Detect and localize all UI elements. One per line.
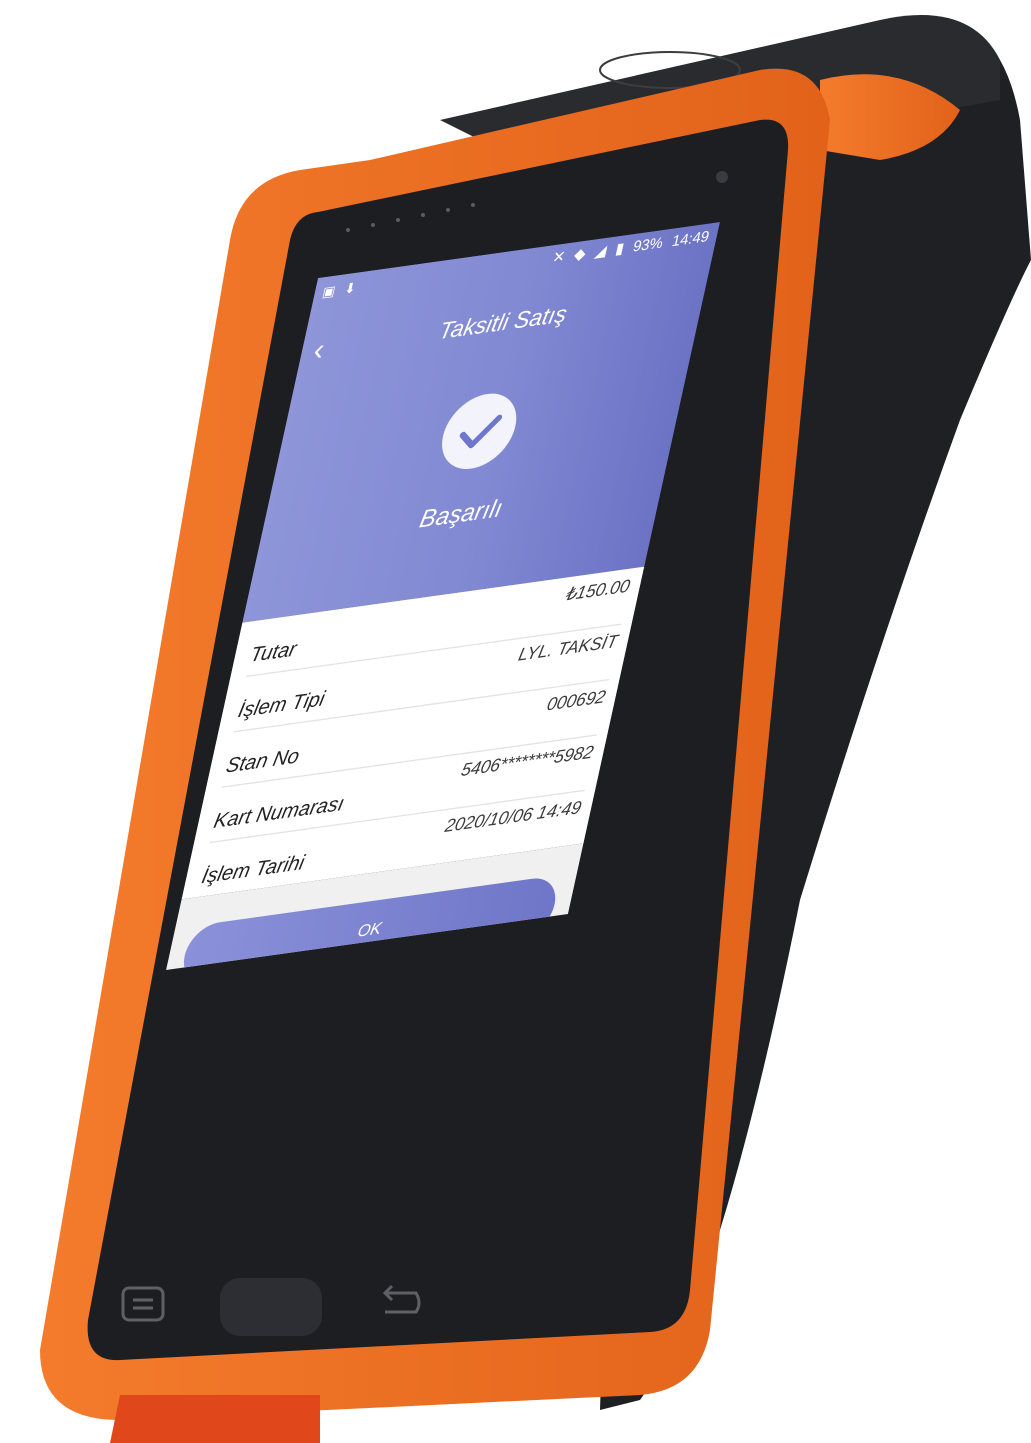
detail-value: ₺150.00 [563, 575, 633, 605]
battery-icon: ▮ [613, 239, 626, 258]
image-icon: ▣ [320, 283, 337, 301]
detail-label: Stan No [223, 744, 302, 778]
camera-icon [716, 171, 728, 183]
android-icon: ⬇ [342, 280, 358, 298]
status-bar-left: ▣ ⬇ [321, 279, 358, 301]
detail-value: LYL. TAKSİT [516, 630, 620, 665]
signal-icon: ◢ [593, 241, 609, 261]
detail-label: İşlem Tipi [236, 687, 327, 723]
detail-value: 000692 [545, 685, 608, 715]
status-text: Başarılı [417, 493, 506, 534]
card-slot [110, 1395, 320, 1443]
payment-terminal-device: ▣ ⬇ ✕ ◆ ◢ ▮ 93% 14:49 ‹ Taksitli Satış B… [0, 0, 1031, 1443]
home-key[interactable] [220, 1278, 322, 1336]
mute-icon: ✕ [550, 247, 567, 267]
page-title: Taksitli Satış [436, 300, 570, 345]
clock: 14:49 [670, 227, 712, 250]
wifi-icon: ◆ [572, 244, 588, 264]
battery-level: 93% [631, 233, 665, 256]
detail-label: Tutar [248, 637, 299, 667]
check-circle-icon [434, 388, 524, 474]
